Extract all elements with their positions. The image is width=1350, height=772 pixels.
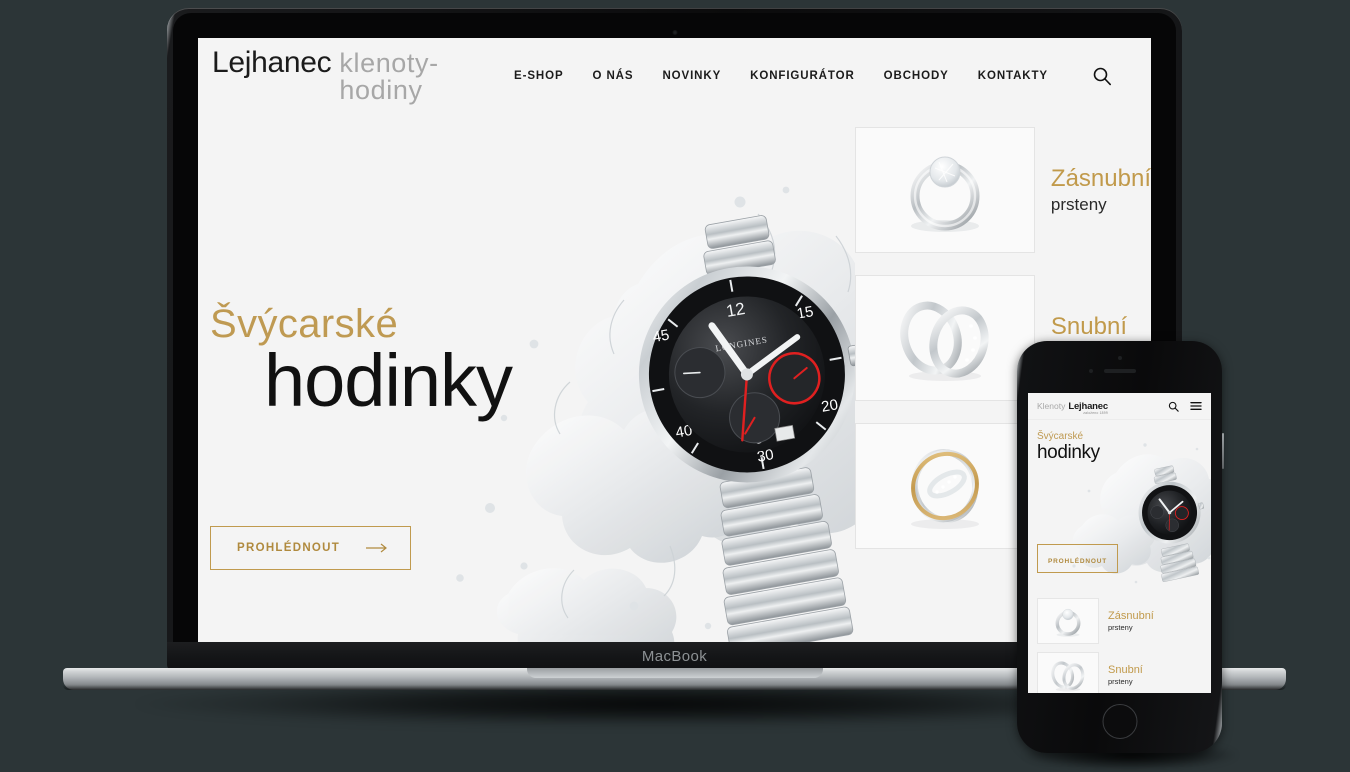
nav-item-novinky[interactable]: NOVINKY xyxy=(662,70,721,82)
category-title: Snubní xyxy=(1050,313,1127,341)
mobile-header: Klenoty Lejhanec založeno 1899 xyxy=(1028,393,1211,420)
mobile-category-card-zasnubni[interactable]: Zásnubní prsteny xyxy=(1037,598,1202,644)
brand-name-sub: klenoty-hodiny xyxy=(339,48,439,105)
macbook-label: MacBook xyxy=(641,647,708,665)
nav-item-obchody[interactable]: OBCHODY xyxy=(884,70,949,82)
mobile-category-card-label: Snubní prsteny xyxy=(1108,664,1143,685)
svg-text:LONGINES: LONGINES xyxy=(715,334,769,353)
device-mockup-scene: Lejhanec klenoty-hodiny založeno 1899 E-… xyxy=(0,0,1350,772)
laptop-screen: Lejhanec klenoty-hodiny založeno 1899 E-… xyxy=(198,38,1151,643)
brand-name-main: Lejhanec xyxy=(212,46,332,79)
brand-logo[interactable]: Lejhanec klenoty-hodiny založeno 1899 xyxy=(212,46,514,135)
hero-cta-label: PROHLÉDNOUT xyxy=(237,542,341,554)
svg-text:12: 12 xyxy=(725,299,747,321)
phone-home-button[interactable] xyxy=(1102,704,1137,739)
hero-cta-button[interactable]: PROHLÉDNOUT xyxy=(210,526,412,570)
website-mobile: Klenoty Lejhanec založeno 1899 Švýcarské… xyxy=(1028,393,1211,693)
website-desktop: Lejhanec klenoty-hodiny založeno 1899 E-… xyxy=(198,38,1151,643)
phone-screen: Klenoty Lejhanec založeno 1899 Švýcarské… xyxy=(1028,393,1211,693)
phone-power-button[interactable] xyxy=(1221,433,1224,469)
search-icon[interactable] xyxy=(1168,401,1179,412)
other-jewellery-image xyxy=(854,423,1035,549)
mobile-hero-cta-button[interactable]: PROHLÉDNOUT xyxy=(1037,544,1118,573)
hero-heading-group: Švýcarské hodinky xyxy=(208,302,513,422)
svg-text:15: 15 xyxy=(795,303,814,323)
svg-text:45: 45 xyxy=(651,326,670,346)
svg-text:30: 30 xyxy=(756,446,775,466)
svg-text:20: 20 xyxy=(820,396,839,416)
category-title: Zásnubní xyxy=(1050,165,1151,193)
hero-title: hodinky xyxy=(264,339,513,422)
mobile-category-subtitle: prsteny xyxy=(1108,622,1133,632)
mobile-hero-eyebrow: Švýcarské xyxy=(1037,431,1084,442)
mobile-brand-logo[interactable]: Klenoty Lejhanec založeno 1899 xyxy=(1037,400,1108,415)
hero-section: 15 20 30 40 45 12 9 6 LONGINES Švýcarské… xyxy=(198,114,855,643)
hamburger-menu-icon[interactable] xyxy=(1190,401,1202,411)
mobile-hero-cta-label: PROHLÉDNOUT xyxy=(1048,558,1107,565)
category-subtitle: prsteny xyxy=(1050,195,1107,215)
nav-item-kontakty[interactable]: KONTAKTY xyxy=(978,70,1048,82)
arrow-right-icon xyxy=(366,543,388,553)
phone-rear-camera-icon xyxy=(1117,356,1122,360)
mobile-engagement-ring-image xyxy=(1037,598,1099,644)
svg-text:40: 40 xyxy=(674,422,693,442)
mobile-category-title: Snubní xyxy=(1108,664,1143,677)
nav-item-eshop[interactable]: E-SHOP xyxy=(514,70,564,82)
phone-front-camera-icon xyxy=(1089,369,1093,373)
mobile-category-card-snubni[interactable]: Snubní prsteny xyxy=(1037,652,1202,693)
category-card-label: Zásnubní prsteny xyxy=(1051,165,1151,214)
mobile-category-card-list: Zásnubní prsteny Snubní prsteny xyxy=(1028,592,1211,693)
nav-item-o-nas[interactable]: O NÁS xyxy=(593,70,634,82)
svg-text:6: 6 xyxy=(752,428,765,448)
nav-item-konfigurator[interactable]: KONFIGURÁTOR xyxy=(750,70,855,82)
search-icon[interactable] xyxy=(1091,65,1113,87)
phone-earpiece-speaker xyxy=(1103,369,1136,373)
svg-text:9: 9 xyxy=(684,377,697,397)
category-card-zasnubni[interactable]: Zásnubní prsteny xyxy=(854,127,1151,253)
mobile-hero-title: hodinky xyxy=(1037,442,1100,463)
mobile-category-card-label: Zásnubní prsteny xyxy=(1108,610,1154,631)
mobile-category-title: Zásnubní xyxy=(1108,610,1154,623)
site-header: Lejhanec klenoty-hodiny založeno 1899 E-… xyxy=(198,38,1151,135)
mobile-hero-section: Švýcarské hodinky PROHLÉDNOUT xyxy=(1028,420,1211,592)
iphone-device: Klenoty Lejhanec založeno 1899 Švýcarské… xyxy=(1017,341,1224,753)
mobile-category-subtitle: prsteny xyxy=(1108,676,1133,686)
hero-eyebrow: Švýcarské xyxy=(210,302,399,346)
webcam-icon xyxy=(672,30,677,35)
wedding-bands-image xyxy=(854,275,1035,401)
mobile-header-icons xyxy=(1168,401,1202,412)
site-body: 15 20 30 40 45 12 9 6 LONGINES Švýcarské… xyxy=(198,114,1151,643)
engagement-ring-image xyxy=(854,127,1035,253)
mobile-wedding-bands-image xyxy=(1037,652,1099,693)
main-navigation: E-SHOP O NÁS NOVINKY KONFIGURÁTOR OBCHOD… xyxy=(514,65,1113,87)
mobile-brand-established: založeno 1899 xyxy=(1083,410,1108,415)
mobile-brand-pre: Klenoty xyxy=(1037,400,1066,411)
